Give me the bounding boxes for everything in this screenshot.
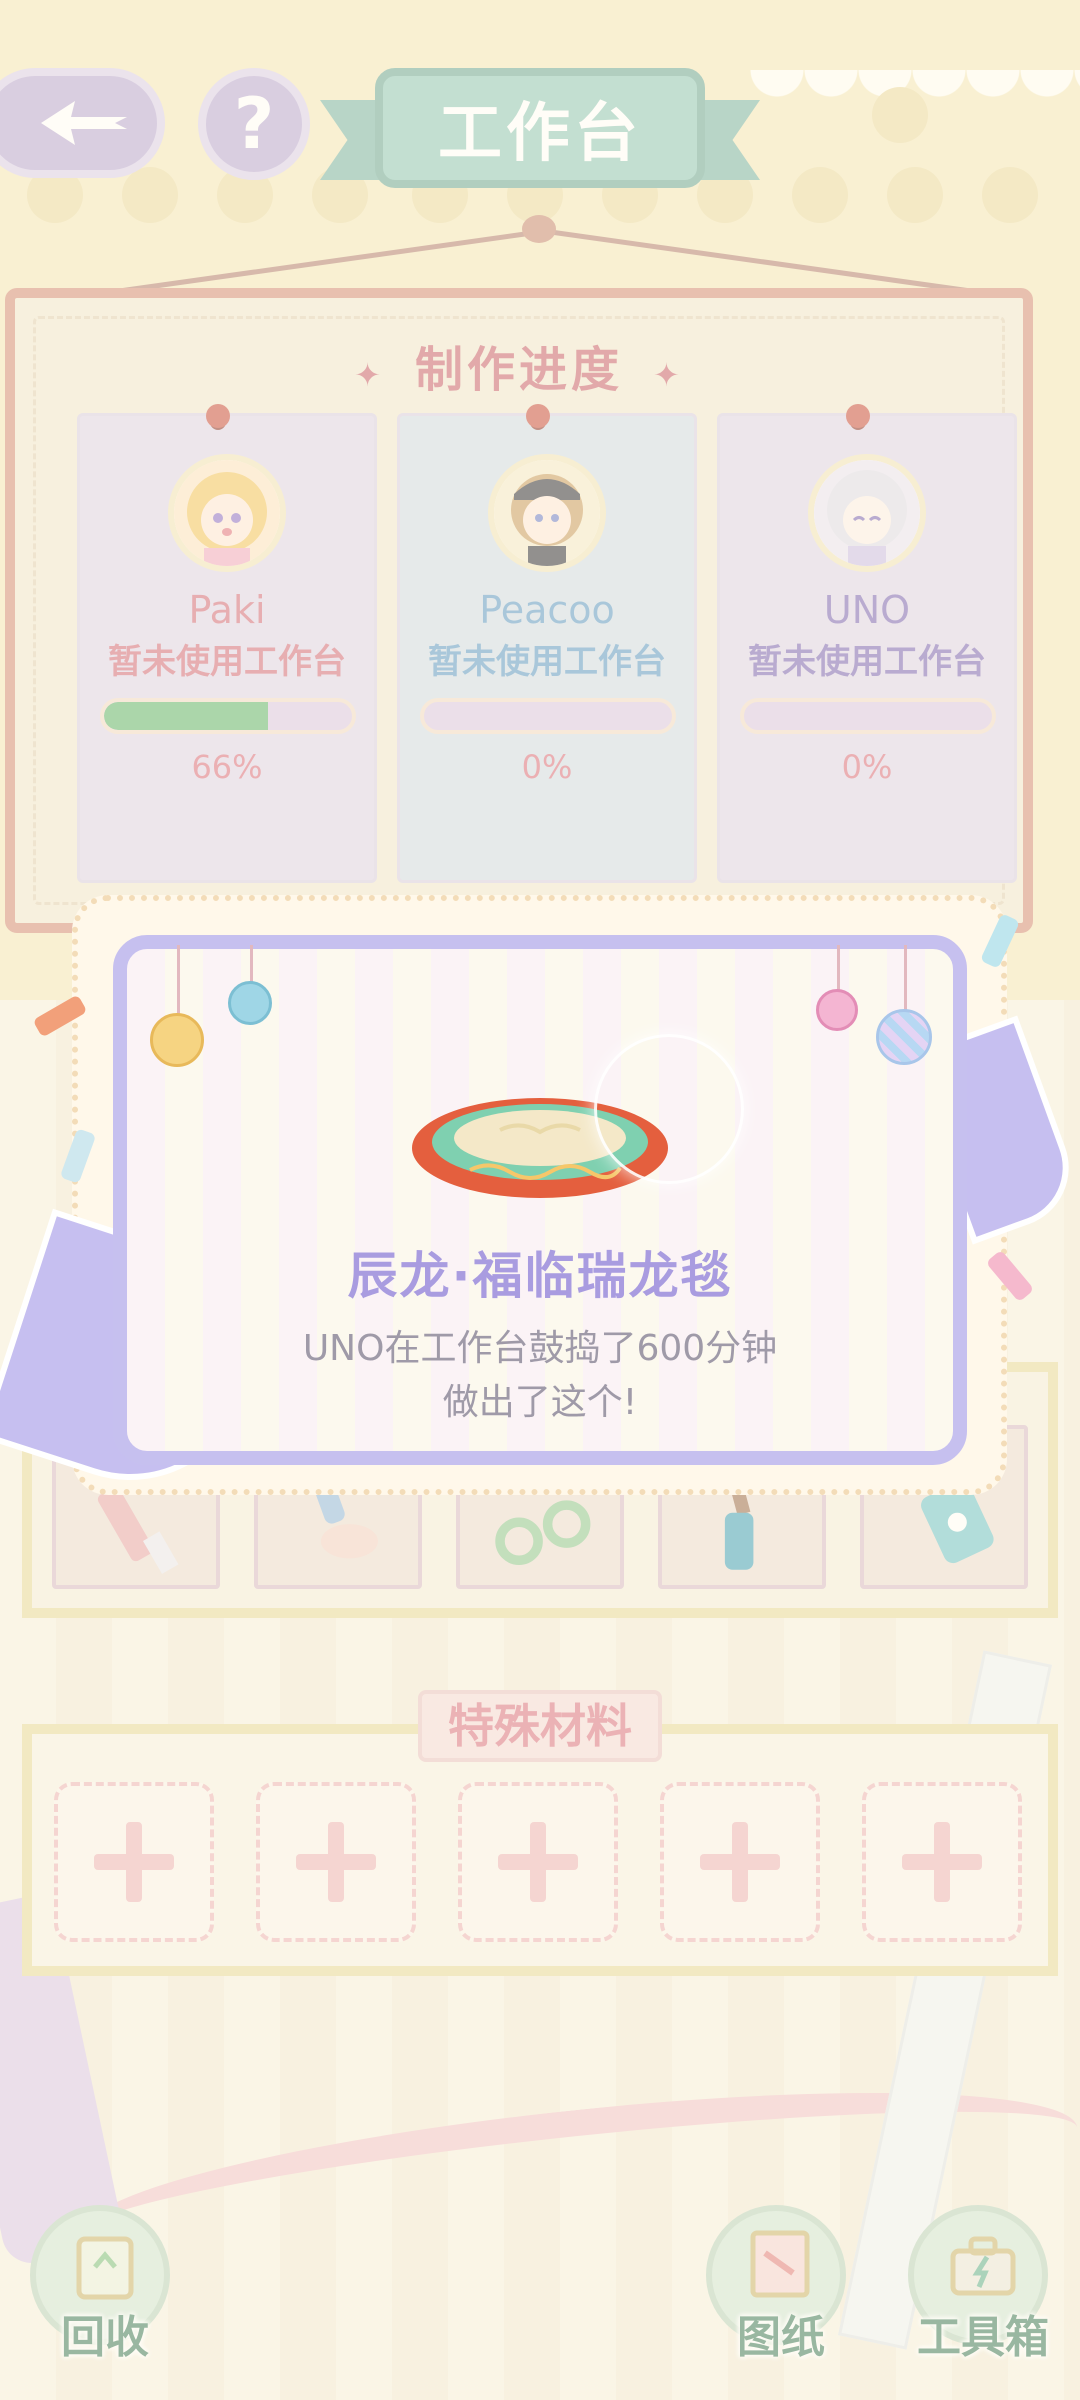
sparkle-glow [594,1034,744,1184]
ornament-string [837,945,840,991]
ornament-string [177,945,180,1015]
ornament-string [904,945,907,1011]
reward-item-name: 辰龙·福临瑞龙毯 [347,1247,733,1305]
ornament-ball [228,981,272,1025]
ornament-string [250,945,253,983]
ornament-blue [228,945,272,1045]
reward-message: UNO在工作台鼓捣了600分钟 做出了这个! [113,1322,967,1430]
ornament-ball [876,1009,932,1065]
ornament-ball [150,1013,204,1067]
ornament-ball [816,989,858,1031]
ornament-pink [816,945,858,1045]
ornament-striped [876,945,932,1085]
reward-message-line-2: 做出了这个! [442,1382,638,1423]
ornament-gold [150,945,204,1085]
reward-message-line-1: UNO在工作台鼓捣了600分钟 [302,1328,778,1369]
